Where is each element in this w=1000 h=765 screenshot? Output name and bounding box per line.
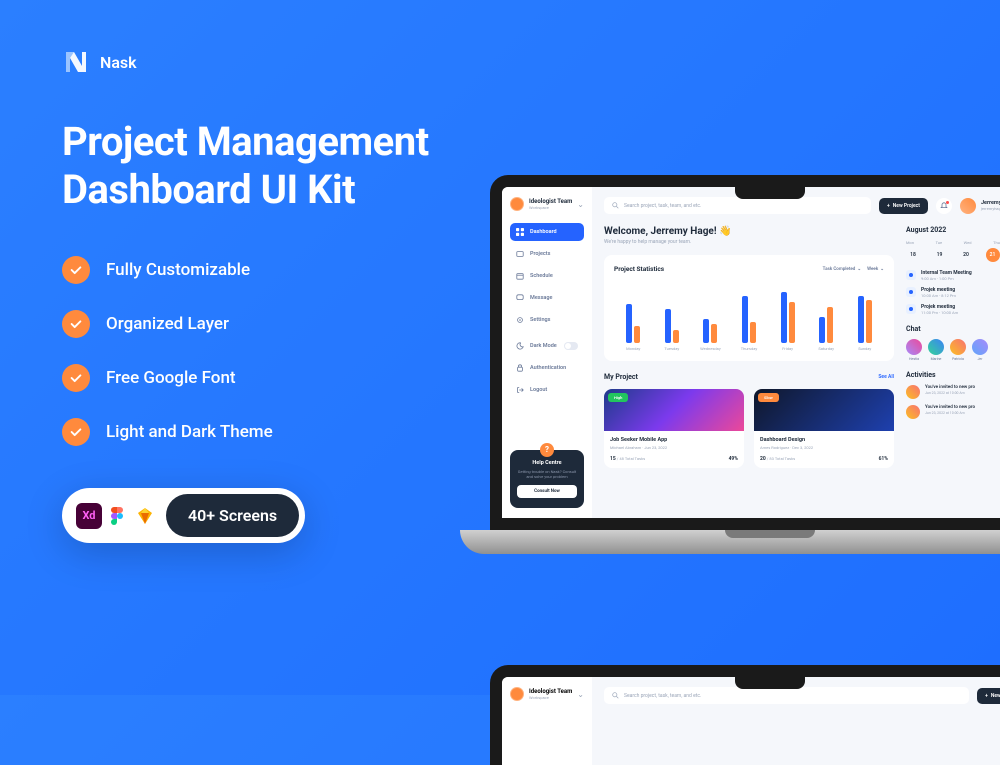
brand-logo [62, 48, 90, 76]
brand-name: Nask [100, 53, 137, 72]
nav-schedule[interactable]: Schedule [510, 267, 584, 285]
calendar-widget: August 2022 MonTueWedThuFri 1819202122 I… [906, 226, 1000, 315]
nav-settings[interactable]: Settings [510, 311, 584, 329]
check-icon [62, 364, 90, 392]
calendar-day[interactable]: 19 [933, 248, 947, 262]
user-menu[interactable]: Jerremy Hage jerremyhage@workmail.c [960, 198, 1000, 214]
chat-person[interactable]: Jer [972, 339, 988, 361]
new-project-button[interactable]: + New Project [879, 198, 928, 214]
priority-badge: High [608, 393, 628, 402]
workspace-selector[interactable]: Ideologist Team Workspace ⌄ [510, 197, 584, 211]
priority-badge: Slow [758, 393, 779, 402]
nav-message[interactable]: Message [510, 289, 584, 307]
chevron-down-icon: ⌄ [857, 267, 861, 272]
lock-icon [516, 364, 524, 372]
chat-icon [516, 294, 524, 302]
avatar [906, 385, 920, 399]
event-item[interactable]: Projek meeting11:00 Pm - 10:00 Am [906, 304, 1000, 315]
calendar-day[interactable]: 21 [986, 248, 1000, 262]
calendar-day[interactable]: 18 [906, 248, 920, 262]
project-card[interactable]: Slow Dashboard Design Ames Rodriguez · D… [754, 389, 894, 468]
avatar [906, 405, 920, 419]
project-card[interactable]: High Job Seeker Mobile App Michael Abrah… [604, 389, 744, 468]
toggle-switch[interactable] [564, 342, 578, 350]
moon-icon [516, 342, 524, 350]
nav-dashboard[interactable]: Dashboard [510, 223, 584, 241]
stats-card: Project Statistics Task Completed ⌄ Week… [604, 255, 894, 361]
screens-pill: Xd 40+ Screens [62, 488, 305, 543]
folder-icon [516, 250, 524, 258]
chevron-down-icon: ⌄ [880, 267, 884, 272]
chat-person[interactable]: Marine [928, 339, 944, 361]
section-title: Chat [906, 325, 1000, 333]
consult-button[interactable]: Consult Now [517, 485, 577, 498]
welcome-header: Welcome, Jerremy Hage! 👋 We're happy to … [604, 226, 894, 245]
new-project-button[interactable]: + New Project [977, 688, 1000, 704]
chat-list: Hestia Marine Patricia Jer [906, 339, 1000, 361]
workspace-selector[interactable]: Ideologist Team Workspace ⌄ [510, 687, 584, 701]
sidebar: Ideologist Team Workspace ⌄ Dashboard Pr… [502, 187, 592, 518]
filter-period[interactable]: Week ⌄ [867, 267, 884, 272]
see-all-link[interactable]: See All [878, 374, 894, 380]
laptop-mockup: Ideologist Team Workspace ⌄ Dashboard Pr… [490, 175, 1000, 565]
dark-mode-toggle[interactable]: Dark Mode [510, 337, 584, 355]
notification-button[interactable] [936, 198, 952, 214]
search-input[interactable]: Search project, task, team, and etc. [604, 687, 969, 704]
event-icon [906, 287, 916, 297]
screens-count: 40+ Screens [166, 494, 299, 537]
calendar-icon [516, 272, 524, 280]
calendar-day[interactable]: 20 [959, 248, 973, 262]
chat-person[interactable]: Hestia [906, 339, 922, 361]
avatar [906, 339, 922, 355]
check-icon [62, 256, 90, 284]
nav-logout[interactable]: Logout [510, 381, 584, 399]
search-input[interactable]: Search project, task, team, and etc. [604, 197, 871, 214]
event-item[interactable]: Projek meeting10:00 Am - 8:12 Pm [906, 287, 1000, 298]
nav-projects[interactable]: Projects [510, 245, 584, 263]
bar-chart: MondayTuesdayWednesdayThursdayFridaySatu… [614, 281, 884, 351]
event-item[interactable]: Internal Team Meeting9:00 Am - 1:00 Pm [906, 270, 1000, 281]
plus-icon: + [887, 203, 890, 209]
bell-icon [940, 202, 948, 210]
check-icon [62, 418, 90, 446]
grid-icon [516, 228, 524, 236]
chat-person[interactable]: Patricia [950, 339, 966, 361]
event-icon [906, 304, 916, 314]
search-icon [612, 202, 619, 209]
avatar [972, 339, 988, 355]
avatar [928, 339, 944, 355]
xd-icon: Xd [76, 503, 102, 529]
logout-icon [516, 386, 524, 394]
check-icon [62, 310, 90, 338]
nav-auth[interactable]: Authentication [510, 359, 584, 377]
section-title: My Project [604, 373, 638, 381]
section-title: Activities [906, 371, 1000, 379]
sketch-icon [132, 503, 158, 529]
search-icon [612, 692, 619, 699]
gear-icon [516, 316, 524, 324]
brand: Nask [62, 48, 1000, 76]
laptop-mockup-secondary: Ideologist Team Workspace ⌄ Search proje… [490, 665, 1000, 765]
help-card: ? Help Centre Getting trouble on Nask? C… [510, 450, 584, 508]
workspace-badge [510, 197, 524, 211]
chevron-down-icon: ⌄ [577, 200, 584, 209]
event-icon [906, 270, 916, 280]
avatar [960, 198, 976, 214]
question-icon: ? [540, 443, 554, 457]
activity-item[interactable]: You've invited to new proJun 23, 2022 at… [906, 405, 1000, 419]
avatar [950, 339, 966, 355]
filter-metric[interactable]: Task Completed ⌄ [823, 267, 861, 272]
figma-icon [104, 503, 130, 529]
activity-item[interactable]: You've invited to new proJun 23, 2022 at… [906, 385, 1000, 399]
